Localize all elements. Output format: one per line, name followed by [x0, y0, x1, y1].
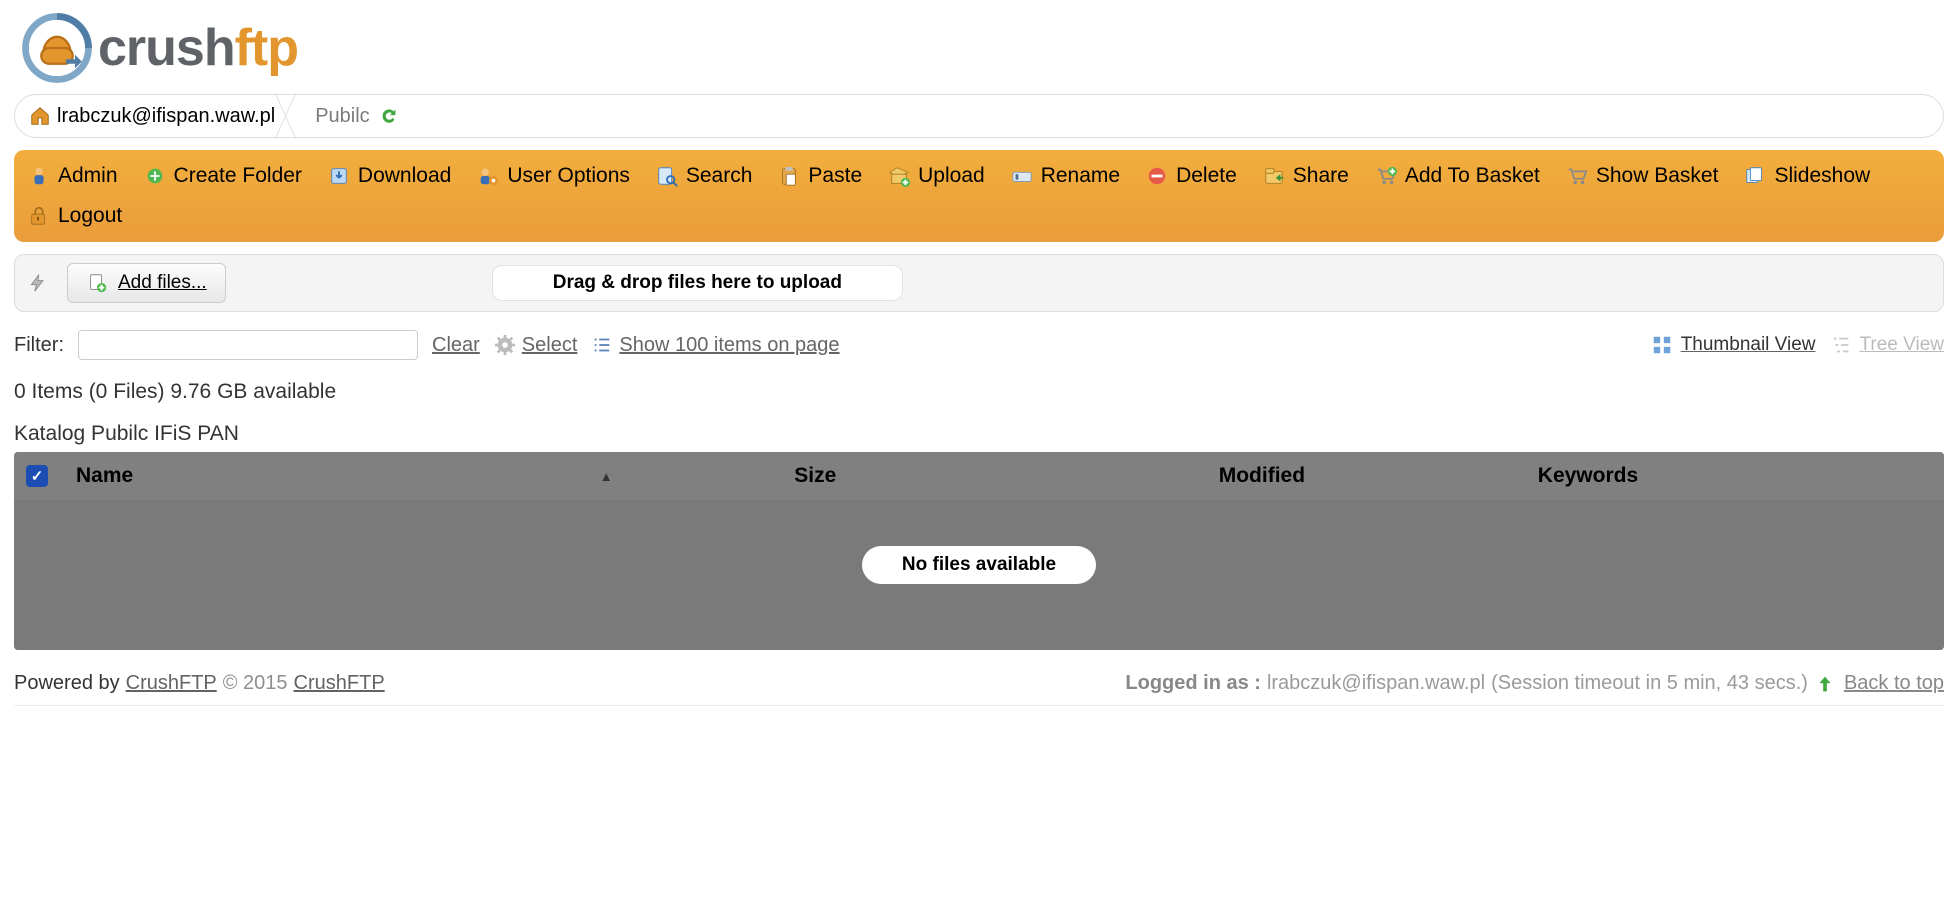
breadcrumb-folder[interactable]: Pubilc: [315, 105, 399, 128]
filter-row: Filter: Clear Select Show 100 items on p…: [14, 330, 1944, 360]
list-icon: [591, 334, 613, 356]
user-gear-icon: [477, 165, 499, 187]
add-files-button[interactable]: Add files...: [67, 263, 226, 303]
dropzone[interactable]: Drag & drop files here to upload: [492, 265, 903, 301]
show-basket-button[interactable]: Show Basket: [1562, 158, 1723, 194]
col-keywords[interactable]: Keywords: [1522, 452, 1944, 500]
session-timeout: (Session timeout in 5 min, 43 secs.): [1491, 672, 1808, 695]
logout-icon: [28, 205, 50, 227]
footer: Powered by CrushFTP © 2015 CrushFTP Logg…: [14, 672, 1944, 706]
col-modified[interactable]: Modified: [1002, 452, 1522, 500]
paste-icon: [778, 165, 800, 187]
col-name[interactable]: Name ▲: [60, 452, 629, 500]
empty-message: No files available: [862, 546, 1096, 584]
breadcrumb: lrabczuk@ifispan.waw.pl Pubilc: [14, 94, 1944, 138]
paste-button[interactable]: Paste: [774, 158, 866, 194]
grid-icon: [1651, 334, 1673, 356]
logo-icon: [20, 12, 94, 84]
copyright: © 2015: [223, 672, 288, 695]
breadcrumb-folder-label: Pubilc: [315, 105, 369, 128]
file-add-icon: [86, 272, 108, 294]
dropzone-label: Drag & drop files here to upload: [553, 272, 842, 293]
tree-icon: [1830, 334, 1852, 356]
filter-label: Filter:: [14, 334, 64, 357]
thumbnail-view-button[interactable]: Thumbnail View: [1651, 334, 1816, 356]
sort-asc-icon: ▲: [600, 469, 613, 484]
rename-icon: [1011, 165, 1033, 187]
breadcrumb-home-label: lrabczuk@ifispan.waw.pl: [57, 105, 275, 128]
rename-button[interactable]: Rename: [1007, 158, 1124, 194]
select-all-checkbox[interactable]: ✓: [14, 455, 60, 497]
admin-icon: [28, 165, 50, 187]
crushftp-link-2[interactable]: CrushFTP: [294, 672, 385, 695]
slideshow-button[interactable]: Slideshow: [1740, 158, 1874, 194]
toolbar: Admin Create Folder Download User Option…: [14, 150, 1944, 242]
add-to-basket-button[interactable]: Add To Basket: [1371, 158, 1544, 194]
download-icon: [328, 165, 350, 187]
logout-button[interactable]: Logout: [24, 198, 126, 234]
clear-link[interactable]: Clear: [432, 334, 480, 357]
tree-view-button[interactable]: Tree View: [1830, 334, 1944, 356]
arrow-up-icon: [1814, 673, 1836, 695]
upload-button[interactable]: Upload: [884, 158, 989, 194]
filter-input[interactable]: [78, 330, 418, 360]
delete-button[interactable]: Delete: [1142, 158, 1241, 194]
gear-icon: [494, 334, 516, 356]
upload-bar: Add files... Drag & drop files here to u…: [14, 254, 1944, 312]
download-button[interactable]: Download: [324, 158, 455, 194]
paging-link[interactable]: Show 100 items on page: [591, 334, 839, 357]
home-icon: [29, 105, 51, 127]
breadcrumb-home[interactable]: lrabczuk@ifispan.waw.pl: [29, 105, 275, 128]
app-logo: crushftp: [14, 10, 298, 94]
status-items: 0 Items (0 Files) 9.76 GB available: [14, 380, 1944, 404]
logged-in-label: Logged in as :: [1125, 672, 1261, 695]
session-user: lrabczuk@ifispan.waw.pl: [1267, 672, 1485, 695]
breadcrumb-separator: [281, 94, 309, 138]
create-folder-button[interactable]: Create Folder: [140, 158, 306, 194]
refresh-icon[interactable]: [378, 105, 400, 127]
share-icon: [1263, 165, 1285, 187]
back-to-top-link[interactable]: Back to top: [1814, 672, 1944, 695]
user-options-button[interactable]: User Options: [473, 158, 634, 194]
file-table: ✓ Name ▲ Size Modified Keywords No files…: [14, 452, 1944, 650]
table-header: ✓ Name ▲ Size Modified Keywords: [14, 452, 1944, 500]
powered-by-label: Powered by: [14, 672, 120, 695]
bolt-icon: [25, 266, 51, 300]
col-size[interactable]: Size: [629, 452, 1002, 500]
select-link[interactable]: Select: [494, 334, 578, 357]
upload-icon: [888, 165, 910, 187]
crushftp-link-1[interactable]: CrushFTP: [126, 672, 217, 695]
logo-text: crushftp: [98, 18, 298, 78]
search-button[interactable]: Search: [652, 158, 757, 194]
delete-icon: [1146, 165, 1168, 187]
admin-button[interactable]: Admin: [24, 158, 122, 194]
table-body: No files available: [14, 500, 1944, 650]
add-files-label: Add files...: [118, 272, 207, 294]
catalog-label: Katalog Pubilc IFiS PAN: [14, 422, 1944, 446]
add-icon: [144, 165, 166, 187]
cart-icon: [1566, 165, 1588, 187]
cart-add-icon: [1375, 165, 1397, 187]
slideshow-icon: [1744, 165, 1766, 187]
share-button[interactable]: Share: [1259, 158, 1353, 194]
search-icon: [656, 165, 678, 187]
